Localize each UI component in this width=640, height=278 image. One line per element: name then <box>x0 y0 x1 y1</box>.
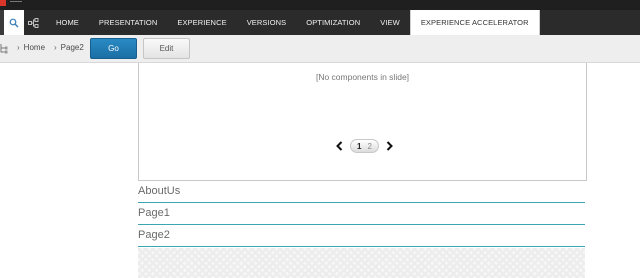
breadcrumb-page2[interactable]: › Page2 <box>54 43 84 52</box>
search-icon <box>9 18 19 27</box>
chevron-right-icon: › <box>17 43 20 52</box>
empty-slide-message: [No components in slide] <box>315 72 410 82</box>
window-title-mark <box>10 1 22 5</box>
page-nav-list: AboutUs Page1 Page2 <box>138 181 585 247</box>
sitemap-button[interactable] <box>24 10 42 35</box>
ribbon-tools <box>0 10 42 35</box>
nav-item-page2[interactable]: Page2 <box>138 225 585 247</box>
slide-pager: 1 2 <box>333 138 396 154</box>
sitemap-icon <box>27 17 38 28</box>
go-button[interactable]: Go <box>90 38 137 59</box>
page-indicator: 1 2 <box>350 139 379 153</box>
app-logo-icon <box>0 0 6 6</box>
breadcrumb-home[interactable]: › Home <box>17 43 45 52</box>
placeholder-drop-area <box>138 248 585 278</box>
tab-home[interactable]: HOME <box>46 10 89 35</box>
ribbon-bar: HOME PRESENTATION EXPERIENCE VERSIONS OP… <box>0 10 640 35</box>
tab-experience-accelerator[interactable]: EXPERIENCE ACCELERATOR <box>409 10 540 35</box>
breadcrumb-toolbar: › Home › Page2 Go Edit <box>0 35 640 63</box>
page-1-dot[interactable]: 1 <box>357 142 361 151</box>
slide-panel: [No components in slide] 1 2 <box>138 63 587 181</box>
next-slide-button[interactable] <box>384 138 396 154</box>
tab-versions[interactable]: VERSIONS <box>237 10 297 35</box>
tab-experience[interactable]: EXPERIENCE <box>167 10 236 35</box>
chevron-right-icon: › <box>54 43 57 52</box>
tree-icon[interactable] <box>0 44 8 54</box>
chevron-right-icon <box>387 141 394 151</box>
previous-slide-button[interactable] <box>333 138 345 154</box>
window-top-strip <box>0 0 640 10</box>
tab-presentation[interactable]: PRESENTATION <box>89 10 167 35</box>
edit-button[interactable]: Edit <box>143 38 190 59</box>
breadcrumb-label: Page2 <box>60 43 84 52</box>
search-button[interactable] <box>4 10 24 35</box>
page-2-dot[interactable]: 2 <box>367 142 371 151</box>
tab-optimization[interactable]: OPTIMIZATION <box>296 10 370 35</box>
nav-item-page1[interactable]: Page1 <box>138 203 585 225</box>
tab-view[interactable]: VIEW <box>370 10 410 35</box>
chevron-left-icon <box>335 141 342 151</box>
ribbon-tabs: HOME PRESENTATION EXPERIENCE VERSIONS OP… <box>46 10 540 35</box>
breadcrumb-label: Home <box>23 43 46 52</box>
nav-item-aboutus[interactable]: AboutUs <box>138 181 585 203</box>
